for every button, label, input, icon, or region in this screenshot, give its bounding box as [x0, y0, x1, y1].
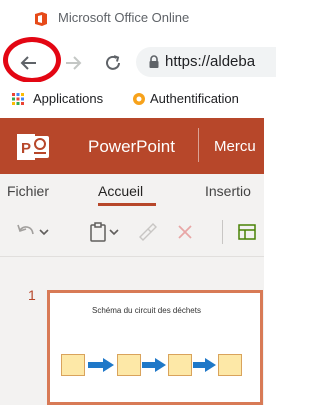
document-name[interactable]: Mercu	[214, 138, 256, 155]
bookmark-applications[interactable]: Applications	[33, 91, 103, 106]
chevron-down-icon	[39, 229, 49, 236]
toolbar-separator	[222, 220, 223, 244]
apps-grid-icon[interactable]	[12, 92, 24, 105]
slide-arrow-icon	[88, 358, 114, 372]
slide-title: Schéma du circuit des déchets	[92, 306, 201, 315]
auth-icon[interactable]	[132, 92, 146, 106]
delete-button[interactable]	[176, 221, 194, 243]
header-divider	[198, 128, 199, 162]
format-painter-button[interactable]	[136, 221, 158, 243]
forward-button[interactable]	[60, 50, 86, 76]
slide-box	[117, 354, 141, 376]
office-icon	[33, 11, 49, 27]
layout-icon	[238, 224, 256, 240]
active-tab-indicator	[98, 203, 156, 206]
powerpoint-logo-icon[interactable]: P	[17, 134, 51, 160]
reload-button[interactable]	[100, 50, 126, 76]
slide-box	[218, 354, 242, 376]
url-text[interactable]: https://aldeba	[165, 53, 255, 70]
slide-arrow-icon	[193, 358, 216, 372]
tab-fichier[interactable]: Fichier	[7, 183, 49, 199]
slide-number: 1	[28, 287, 36, 303]
tab-accueil[interactable]: Accueil	[98, 183, 143, 199]
tab-insertion[interactable]: Insertio	[205, 183, 251, 199]
undo-icon	[17, 224, 34, 235]
slide-box	[168, 354, 192, 376]
app-name[interactable]: PowerPoint	[88, 137, 175, 157]
browser-tab-title[interactable]: Microsoft Office Online	[58, 10, 189, 25]
chevron-down-icon	[109, 229, 119, 236]
slide-box	[61, 354, 85, 376]
format-painter-icon	[139, 223, 157, 241]
slide-arrow-icon	[142, 358, 166, 372]
back-button-highlight	[3, 37, 61, 83]
paste-button[interactable]	[88, 221, 108, 243]
lock-icon	[148, 55, 160, 69]
svg-text:P: P	[21, 140, 31, 157]
delete-icon	[178, 225, 192, 239]
layout-button[interactable]	[236, 221, 258, 243]
forward-arrow-icon	[66, 56, 82, 70]
undo-button[interactable]	[14, 221, 38, 243]
clipboard-icon	[90, 222, 106, 242]
bookmark-authentification[interactable]: Authentification	[150, 91, 239, 106]
paste-dropdown[interactable]	[108, 221, 120, 243]
undo-dropdown[interactable]	[38, 221, 50, 243]
reload-icon	[106, 55, 120, 70]
